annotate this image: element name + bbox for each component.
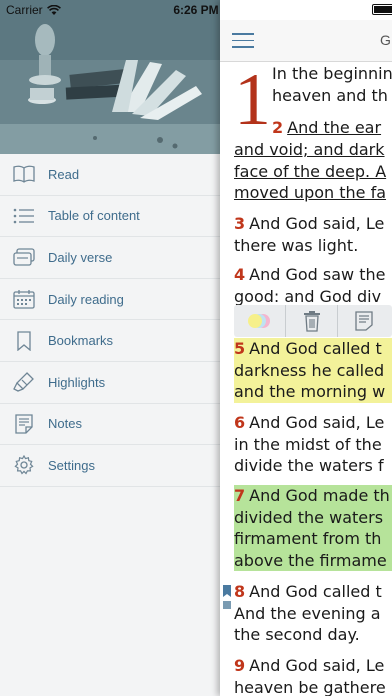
sidebar-item-notes[interactable]: Notes [0,404,220,446]
verse-line[interactable]: 3 And God said, Le [234,213,384,235]
sidebar-item-daily-reading[interactable]: Daily reading [0,279,220,321]
verse-number: 7 [234,486,246,505]
bookmark-marker-icon[interactable] [223,585,231,611]
verse-line[interactable]: and the morning w [234,381,392,403]
gear-icon [0,455,48,475]
status-bar: Carrier 6:26 PM [0,0,392,20]
verse-line[interactable]: good: and God div [234,286,381,308]
header-image [0,0,220,154]
verse-line[interactable]: in the midst of the [234,434,382,456]
delete-button[interactable] [286,305,338,337]
verse-line[interactable]: 7 And God made th [234,485,392,507]
verse-number: 2 [272,118,284,137]
verse-line[interactable]: firmament from th [234,528,392,550]
verse-line[interactable]: heaven and th [272,85,388,107]
sidebar-item-label: Table of content [48,208,140,224]
verse-line[interactable]: divided the waters [234,506,392,529]
note-icon [355,311,373,331]
verse-number: 6 [234,413,246,432]
sidebar-item-daily-verse[interactable]: Daily verse [0,237,220,279]
verse-line[interactable]: above the firmame [234,549,392,572]
chapter-number: 1 [234,59,271,141]
highlight-color-button[interactable] [234,305,286,337]
sidebar-item-label: Notes [48,416,82,432]
verse-line[interactable]: 6 And God said, Le [234,412,384,434]
verse-number: 4 [234,265,246,284]
verse-line[interactable]: the second day. [234,624,360,646]
verse-line[interactable]: heaven be gathere [234,677,386,696]
sidebar-item-label: Highlights [48,374,106,390]
sidebar-item-label: Settings [48,457,95,473]
verse-line[interactable]: In the beginnin [272,63,392,85]
verse-line[interactable]: 4 And God saw the [234,264,385,286]
sidebar: Read Table of content Daily verse Daily … [0,0,220,696]
verse-line[interactable]: there was light. [234,235,358,257]
verse-number: 3 [234,214,246,233]
sidebar-item-label: Daily verse [48,249,113,265]
battery-icon [372,4,392,15]
reader-pane[interactable]: G 1 In the beginnin heaven and th 2 And t… [220,0,392,696]
verse-line[interactable]: divide the waters f [234,455,384,477]
status-time: 6:26 PM [173,3,219,17]
book-open-icon [0,165,48,184]
selection-toolbar [234,305,392,337]
sidebar-item-bookmarks[interactable]: Bookmarks [0,320,220,362]
highlighter-icon [0,372,48,392]
verse-line[interactable]: And the evening a [234,603,381,625]
add-note-button[interactable] [338,305,390,337]
verse-line[interactable]: 8 And God called t [234,581,382,603]
trash-icon [303,311,320,332]
verse-line[interactable]: 5 And God called t [234,338,392,360]
verse-number: 9 [234,656,246,675]
verse-line[interactable]: darkness he called [234,359,392,382]
color-circles-icon [247,314,270,328]
verse-line[interactable]: moved upon the fa [234,182,386,204]
verse-number: 5 [234,339,246,358]
sidebar-item-read[interactable]: Read [0,154,220,196]
verse-number: 8 [234,582,246,601]
sidebar-item-label: Bookmarks [48,333,114,349]
sidebar-item-label: Read [48,166,80,182]
sidebar-item-label: Daily reading [48,291,124,307]
nav-bar: G [220,20,392,62]
sidebar-item-highlights[interactable]: Highlights [0,362,220,404]
menu-icon[interactable] [232,33,254,49]
sidebar-menu: Read Table of content Daily verse Daily … [0,154,220,487]
note-icon [0,414,48,434]
verse-line[interactable]: 9 And God said, Le [234,655,384,677]
bookmark-icon [0,331,48,351]
calendar-icon [0,289,48,309]
verse-line[interactable]: 2 And the ear [272,117,381,139]
list-icon [0,208,48,224]
sidebar-item-table-of-content[interactable]: Table of content [0,196,220,238]
verse-line[interactable]: and void; and dark [234,139,385,161]
sidebar-item-settings[interactable]: Settings [0,445,220,487]
book-title[interactable]: G [380,32,391,48]
verse-line[interactable]: face of the deep. A [234,161,386,183]
cards-icon [0,248,48,267]
